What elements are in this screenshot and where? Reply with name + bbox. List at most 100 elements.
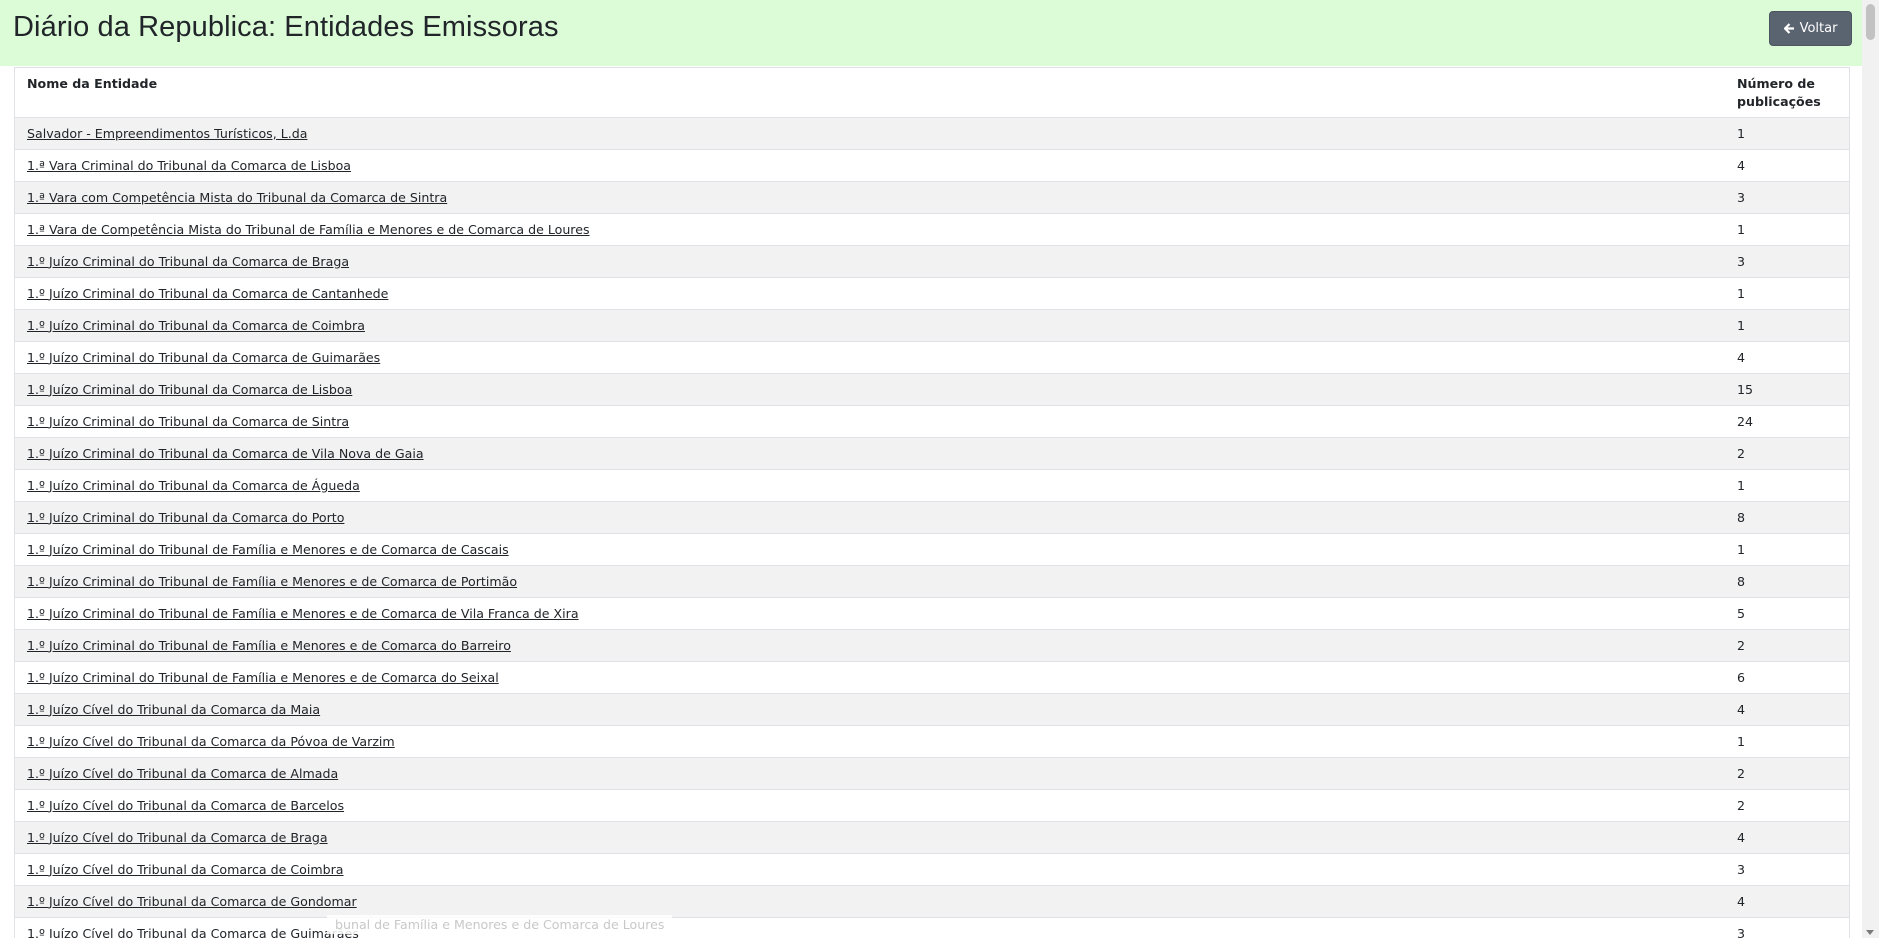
entities-table: Nome da Entidade Número de publicações Sa…: [14, 67, 1850, 938]
publication-count-cell: 1: [1723, 725, 1849, 758]
publication-count-cell: 3: [1723, 181, 1849, 214]
entity-name-cell: 1.º Juízo Cível do Tribunal da Comarca d…: [15, 725, 1723, 758]
publication-count-cell: 4: [1723, 821, 1849, 854]
table-row: 1.º Juízo Criminal do Tribunal de Famíli…: [15, 629, 1849, 662]
entity-name-cell: 1.º Juízo Cível do Tribunal da Comarca d…: [15, 917, 1723, 938]
table-row: 1.º Juízo Criminal do Tribunal da Comarc…: [15, 373, 1849, 406]
publication-count-cell: 1: [1723, 277, 1849, 310]
entity-link[interactable]: 1.ª Vara com Competência Mista do Tribun…: [27, 190, 447, 205]
entity-name-cell: 1.º Juízo Criminal do Tribunal da Comarc…: [15, 405, 1723, 438]
entity-link[interactable]: 1.º Juízo Cível do Tribunal da Comarca d…: [27, 894, 357, 909]
publication-count-cell: 4: [1723, 341, 1849, 374]
entity-name-cell: 1.º Juízo Criminal do Tribunal da Comarc…: [15, 245, 1723, 278]
table-row: 1.º Juízo Criminal do Tribunal da Comarc…: [15, 309, 1849, 342]
column-header-count-label: Número de publicações: [1737, 76, 1821, 109]
back-button[interactable]: Voltar: [1769, 11, 1852, 46]
entity-link[interactable]: 1.º Juízo Criminal do Tribunal de Famíli…: [27, 574, 517, 589]
entity-name-cell: 1.º Juízo Criminal do Tribunal de Famíli…: [15, 629, 1723, 662]
table-row: 1.º Juízo Criminal do Tribunal da Comarc…: [15, 341, 1849, 374]
publication-count-cell: 15: [1723, 373, 1849, 406]
entity-link[interactable]: 1.º Juízo Criminal do Tribunal de Famíli…: [27, 542, 509, 557]
table-row: 1.º Juízo Cível do Tribunal da Comarca d…: [15, 725, 1849, 758]
hover-tooltip: bunal de Família e Menores e de Comarca …: [327, 915, 673, 934]
table-row: 1.ª Vara com Competência Mista do Tribun…: [15, 181, 1849, 214]
publication-count-cell: 24: [1723, 405, 1849, 438]
entity-name-cell: 1.º Juízo Cível do Tribunal da Comarca d…: [15, 853, 1723, 886]
entity-link[interactable]: 1.º Juízo Criminal do Tribunal da Comarc…: [27, 318, 365, 333]
entity-link[interactable]: 1.º Juízo Cível do Tribunal da Comarca d…: [27, 702, 320, 717]
entity-name-cell: 1.º Juízo Criminal do Tribunal da Comarc…: [15, 277, 1723, 310]
entity-link[interactable]: 1.º Juízo Criminal do Tribunal da Comarc…: [27, 414, 349, 429]
entity-link[interactable]: 1.º Juízo Criminal do Tribunal da Comarc…: [27, 254, 349, 269]
table-row: 1.º Juízo Criminal do Tribunal da Comarc…: [15, 245, 1849, 278]
entity-link[interactable]: 1.º Juízo Criminal do Tribunal da Comarc…: [27, 446, 424, 461]
entity-link[interactable]: 1.º Juízo Cível do Tribunal da Comarca d…: [27, 862, 344, 877]
column-header-count[interactable]: Número de publicações: [1723, 68, 1849, 118]
table-row: 1.ª Vara Criminal do Tribunal da Comarca…: [15, 149, 1849, 182]
publication-count-cell: 4: [1723, 885, 1849, 918]
entity-name-cell: 1.º Juízo Criminal do Tribunal de Famíli…: [15, 661, 1723, 694]
table-row: 1.º Juízo Cível do Tribunal da Comarca d…: [15, 757, 1849, 790]
table-row: 1.º Juízo Cível do Tribunal da Comarca d…: [15, 789, 1849, 822]
publication-count-cell: 1: [1723, 533, 1849, 566]
entity-name-cell: 1.ª Vara Criminal do Tribunal da Comarca…: [15, 149, 1723, 182]
entity-link[interactable]: 1.º Juízo Cível do Tribunal da Comarca d…: [27, 830, 328, 845]
entity-name-cell: 1.ª Vara de Competência Mista do Tribuna…: [15, 213, 1723, 246]
table-row: 1.º Juízo Cível do Tribunal da Comarca d…: [15, 821, 1849, 854]
entity-link[interactable]: 1.º Juízo Criminal do Tribunal de Famíli…: [27, 670, 499, 685]
scrollbar-thumb[interactable]: [1866, 4, 1875, 40]
entity-name-cell: 1.ª Vara com Competência Mista do Tribun…: [15, 181, 1723, 214]
entity-link[interactable]: 1.º Juízo Cível do Tribunal da Comarca d…: [27, 798, 344, 813]
publication-count-cell: 8: [1723, 565, 1849, 598]
entity-link[interactable]: 1.º Juízo Criminal do Tribunal da Comarc…: [27, 286, 388, 301]
back-button-label: Voltar: [1799, 21, 1838, 36]
table-row: 1.º Juízo Cível do Tribunal da Comarca d…: [15, 853, 1849, 886]
scroll-down-arrow-icon[interactable]: [1866, 930, 1874, 935]
entity-link[interactable]: 1.º Juízo Criminal do Tribunal da Comarc…: [27, 350, 380, 365]
publication-count-cell: 4: [1723, 693, 1849, 726]
publication-count-cell: 3: [1723, 245, 1849, 278]
entity-link[interactable]: 1.º Juízo Criminal do Tribunal da Comarc…: [27, 510, 344, 525]
table-header-row: Nome da Entidade Número de publicações: [15, 68, 1849, 118]
publication-count-cell: 1: [1723, 469, 1849, 502]
entity-name-cell: Salvador - Empreendimentos Turísticos, L…: [15, 117, 1723, 150]
table-row: Salvador - Empreendimentos Turísticos, L…: [15, 117, 1849, 150]
entity-name-cell: 1.º Juízo Criminal do Tribunal da Comarc…: [15, 341, 1723, 374]
entity-name-cell: 1.º Juízo Cível do Tribunal da Comarca d…: [15, 757, 1723, 790]
entity-link[interactable]: 1.ª Vara de Competência Mista do Tribuna…: [27, 222, 590, 237]
publication-count-cell: 1: [1723, 213, 1849, 246]
entity-link[interactable]: 1.º Juízo Criminal do Tribunal da Comarc…: [27, 478, 360, 493]
entity-link[interactable]: Salvador - Empreendimentos Turísticos, L…: [27, 126, 307, 141]
entity-name-cell: 1.º Juízo Criminal do Tribunal de Famíli…: [15, 533, 1723, 566]
entity-name-cell: 1.º Juízo Cível do Tribunal da Comarca d…: [15, 821, 1723, 854]
entity-link[interactable]: 1.º Juízo Cível do Tribunal da Comarca d…: [27, 926, 359, 938]
arrow-left-icon: [1783, 23, 1795, 34]
entity-name-cell: 1.º Juízo Criminal do Tribunal de Famíli…: [15, 597, 1723, 630]
entity-link[interactable]: 1.º Juízo Cível do Tribunal da Comarca d…: [27, 734, 395, 749]
publication-count-cell: 3: [1723, 917, 1849, 938]
page-title: Diário da Republica: Entidades Emissoras: [13, 11, 559, 43]
publication-count-cell: 2: [1723, 757, 1849, 790]
entity-link[interactable]: 1.º Juízo Cível do Tribunal da Comarca d…: [27, 766, 338, 781]
entity-name-cell: 1.º Juízo Criminal do Tribunal da Comarc…: [15, 469, 1723, 502]
entity-link[interactable]: 1.º Juízo Criminal do Tribunal de Famíli…: [27, 606, 579, 621]
table-row: 1.º Juízo Criminal do Tribunal da Comarc…: [15, 405, 1849, 438]
publication-count-cell: 2: [1723, 789, 1849, 822]
table-row: 1.º Juízo Cível do Tribunal da Comarca d…: [15, 917, 1849, 938]
entity-link[interactable]: 1.ª Vara Criminal do Tribunal da Comarca…: [27, 158, 351, 173]
entity-name-cell: 1.º Juízo Criminal do Tribunal da Comarc…: [15, 501, 1723, 534]
entity-name-cell: 1.º Juízo Cível do Tribunal da Comarca d…: [15, 693, 1723, 726]
page-header: Diário da Republica: Entidades Emissoras…: [0, 0, 1862, 66]
entity-name-cell: 1.º Juízo Criminal do Tribunal da Comarc…: [15, 309, 1723, 342]
column-header-name[interactable]: Nome da Entidade: [15, 68, 1723, 118]
entity-link[interactable]: 1.º Juízo Criminal do Tribunal da Comarc…: [27, 382, 352, 397]
publication-count-cell: 6: [1723, 661, 1849, 694]
scrollbar[interactable]: [1862, 0, 1879, 938]
entity-link[interactable]: 1.º Juízo Criminal do Tribunal de Famíli…: [27, 638, 511, 653]
entity-name-cell: 1.º Juízo Cível do Tribunal da Comarca d…: [15, 885, 1723, 918]
publication-count-cell: 4: [1723, 149, 1849, 182]
publication-count-cell: 1: [1723, 309, 1849, 342]
table-row: 1.º Juízo Criminal do Tribunal de Famíli…: [15, 565, 1849, 598]
publication-count-cell: 8: [1723, 501, 1849, 534]
table-row: 1.º Juízo Criminal do Tribunal de Famíli…: [15, 597, 1849, 630]
